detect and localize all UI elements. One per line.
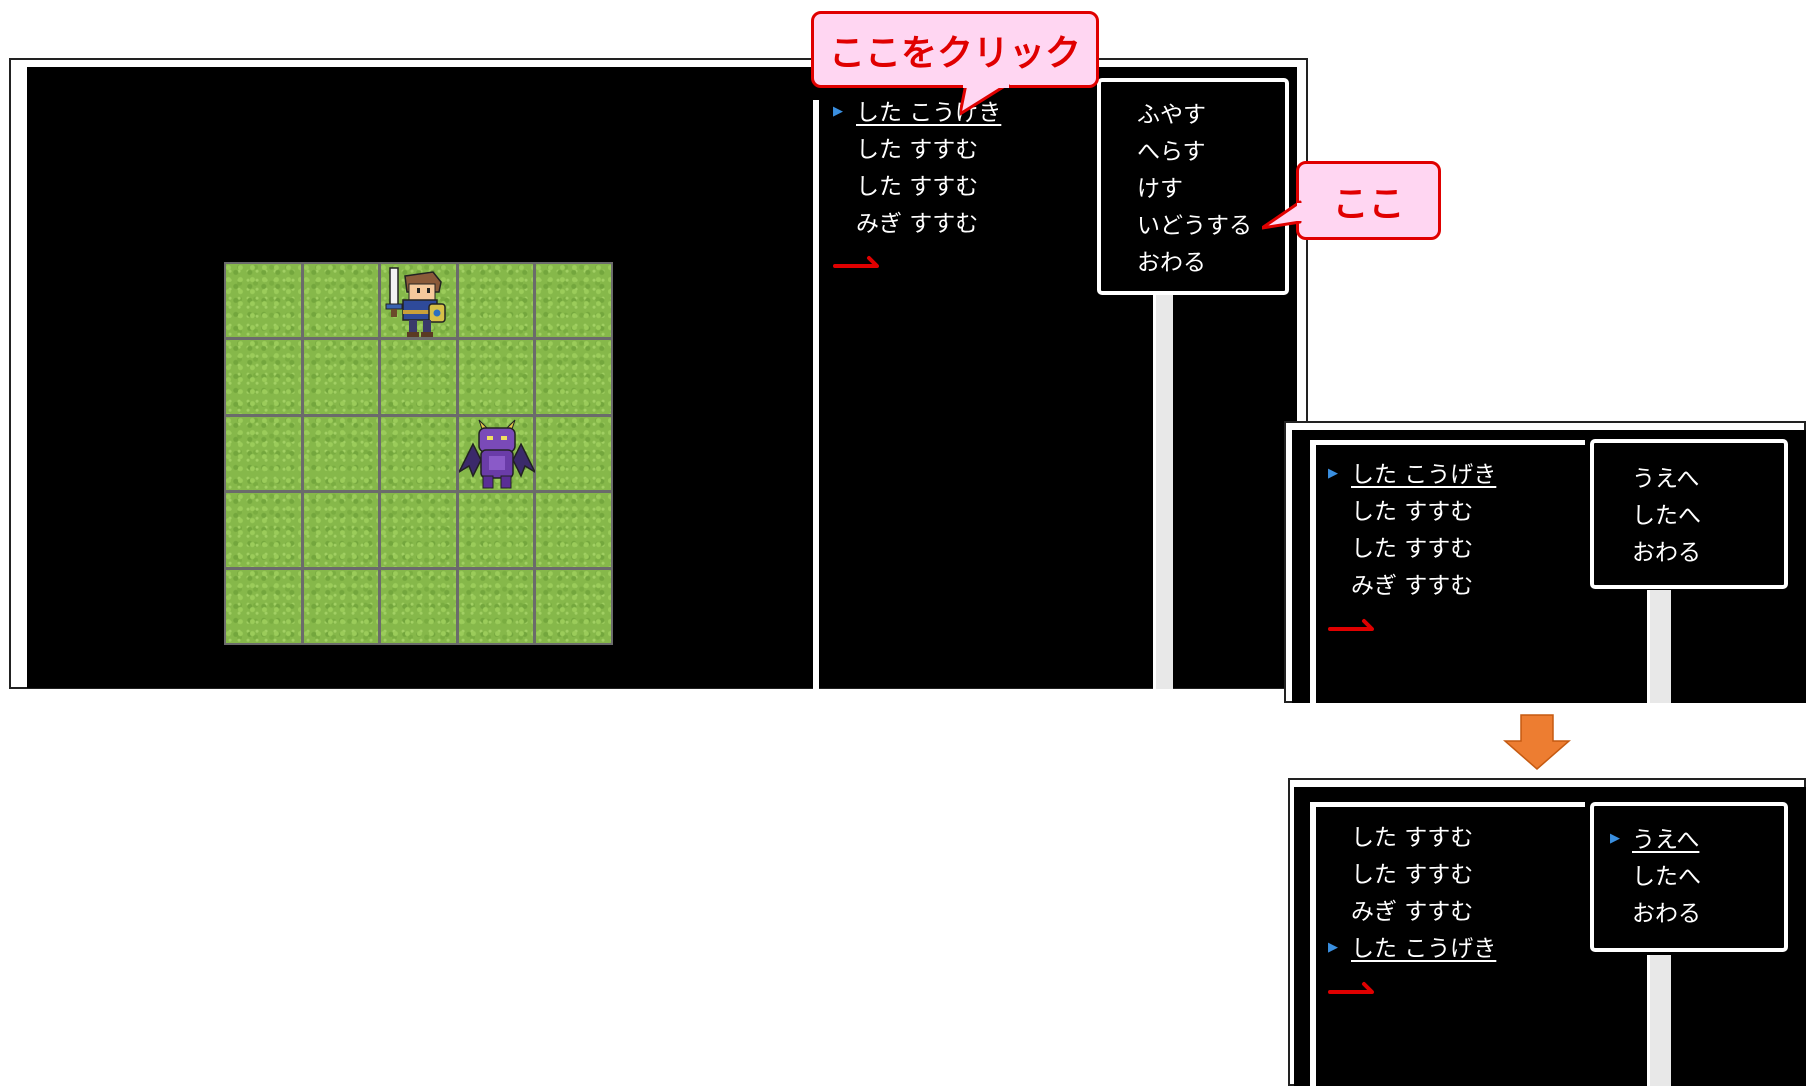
map-tile[interactable] — [303, 416, 379, 491]
callout-pointer — [1262, 200, 1302, 230]
map-tile[interactable] — [303, 493, 379, 567]
map-tile[interactable] — [303, 569, 379, 643]
command-item[interactable]: した すすむ — [1351, 494, 1496, 531]
menu-item-close[interactable]: おわる — [1632, 535, 1701, 572]
red-arrow-icon — [833, 256, 879, 268]
command-item[interactable]: した すすむ — [856, 169, 1001, 206]
command-panel-border — [813, 100, 819, 689]
command-item[interactable]: した すすむ — [856, 132, 1001, 169]
before-move-submenu: うえへ したへ おわる — [1590, 439, 1788, 589]
command-item[interactable]: した すすむ — [1351, 531, 1496, 568]
menu-item-close[interactable]: おわる — [1137, 245, 1206, 282]
map-tile[interactable] — [536, 493, 611, 567]
menu-item-delete[interactable]: けす — [1137, 171, 1183, 208]
map-tile[interactable] — [458, 340, 534, 414]
blue-triangle-cursor-icon: ▶ — [1328, 466, 1338, 481]
menu-item-increase[interactable]: ふやす — [1137, 97, 1206, 134]
map-tile[interactable] — [226, 416, 301, 491]
menu-item-decrease[interactable]: へらす — [1137, 134, 1206, 171]
callout-click-here: ここをクリック — [811, 11, 1099, 88]
map-tile[interactable] — [381, 340, 456, 414]
map-tile[interactable] — [381, 569, 456, 643]
after-panel-border — [1310, 802, 1316, 1086]
menu-item-down[interactable]: したへ — [1632, 859, 1701, 896]
scrollbar[interactable] — [1647, 955, 1671, 1086]
down-arrow-icon — [1503, 714, 1571, 770]
before-panel-border — [1310, 440, 1316, 703]
map-tile[interactable] — [458, 569, 534, 643]
after-panel-border — [1310, 802, 1585, 807]
blue-triangle-cursor-icon: ▶ — [833, 104, 843, 119]
purple-demon-icon — [459, 419, 535, 489]
callout-text: ここをクリック — [828, 32, 1081, 74]
red-arrow-icon — [1328, 619, 1374, 631]
callout-text: ここ — [1332, 183, 1405, 225]
map-tile[interactable] — [536, 340, 611, 414]
callout-here: ここ — [1296, 161, 1441, 240]
blue-triangle-cursor-icon: ▶ — [1610, 831, 1620, 846]
scrollbar[interactable] — [1647, 590, 1671, 703]
after-move-submenu: ▶ うえへ したへ おわる — [1590, 802, 1788, 952]
scrollbar[interactable] — [1153, 290, 1173, 689]
command-item[interactable]: みぎ すすむ — [1351, 894, 1496, 931]
map-tile[interactable] — [226, 493, 301, 567]
callout-pointer — [960, 84, 1010, 116]
menu-item-up[interactable]: うえへ — [1632, 461, 1699, 498]
blue-triangle-cursor-icon: ▶ — [1328, 940, 1338, 955]
map-tile[interactable] — [303, 340, 379, 414]
map-tile[interactable] — [536, 416, 611, 491]
map-tile[interactable] — [381, 493, 456, 567]
hero-knight-icon — [385, 267, 446, 337]
map-tile[interactable] — [226, 569, 301, 643]
menu-item-down[interactable]: したへ — [1632, 498, 1701, 535]
command-item[interactable]: した すすむ — [1351, 820, 1496, 857]
command-item-selected[interactable]: した こうげき — [1351, 931, 1496, 968]
map-tile[interactable] — [536, 569, 611, 643]
menu-item-close[interactable]: おわる — [1632, 896, 1701, 933]
map-tile[interactable] — [536, 264, 611, 338]
command-item[interactable]: みぎ すすむ — [1351, 568, 1496, 605]
map-tile[interactable] — [458, 493, 534, 567]
command-item[interactable]: した すすむ — [1351, 857, 1496, 894]
red-arrow-icon — [1328, 982, 1374, 994]
after-command-list[interactable]: した すすむ した すすむ みぎ すすむ した こうげき — [1351, 820, 1496, 968]
command-item-selected[interactable]: した こうげき — [1351, 457, 1496, 494]
map-tile[interactable] — [226, 340, 301, 414]
before-command-list[interactable]: した こうげき した すすむ した すすむ みぎ すすむ — [1351, 457, 1496, 605]
map-tile[interactable] — [226, 264, 301, 338]
context-menu: ふやす へらす けす いどうする おわる — [1097, 78, 1289, 295]
before-panel-border — [1310, 440, 1585, 445]
menu-item-up-selected[interactable]: うえへ — [1632, 822, 1699, 859]
menu-item-move[interactable]: いどうする — [1137, 208, 1252, 245]
map-tile[interactable] — [303, 264, 379, 338]
map-tile[interactable] — [381, 416, 456, 491]
map-tile[interactable] — [458, 264, 534, 338]
command-item[interactable]: みぎ すすむ — [856, 206, 1001, 243]
